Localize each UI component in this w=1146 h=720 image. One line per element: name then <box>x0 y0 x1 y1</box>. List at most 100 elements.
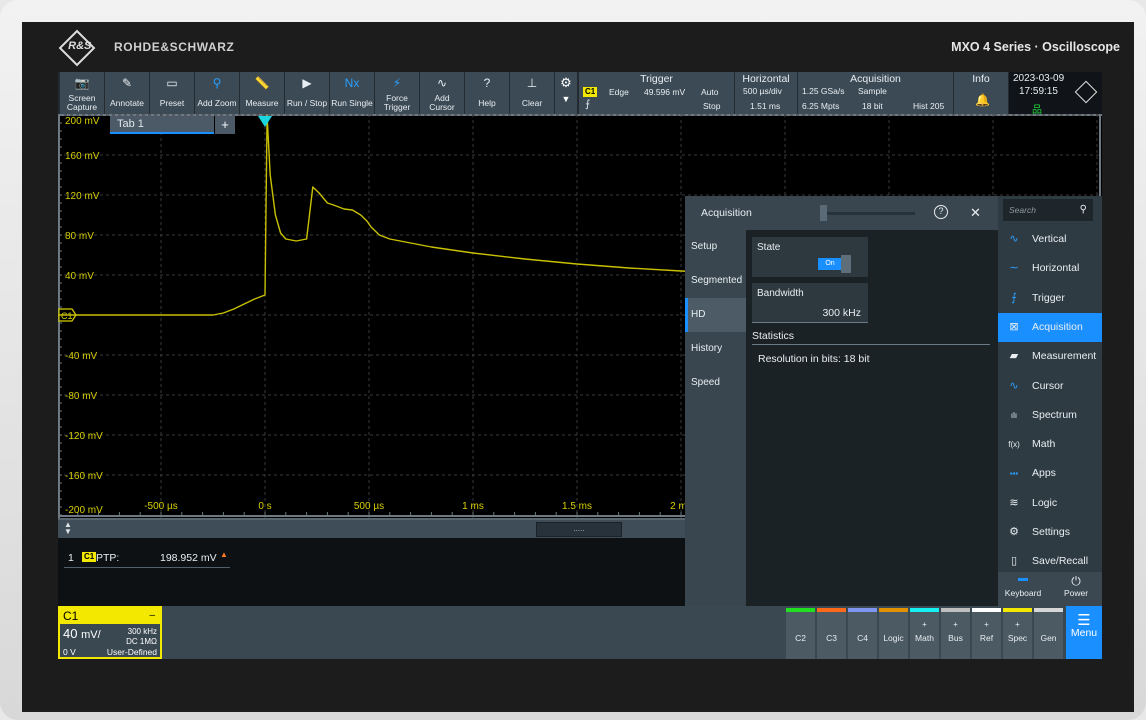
run-single-button[interactable]: Nx Run Single <box>330 72 374 114</box>
date: 2023-03-09 <box>1013 73 1065 84</box>
side-menu-item-apps[interactable]: ▪▪▪ Apps <box>998 459 1102 488</box>
help-icon[interactable]: ? <box>934 205 948 219</box>
dialog-tab-hd[interactable]: HD <box>685 298 746 332</box>
side-menu-item-math[interactable]: f(x) Math <box>998 430 1102 459</box>
rs-logo-icon: R&S <box>58 29 96 67</box>
keyboard-button[interactable]: Keyboard <box>1004 574 1042 598</box>
minimize-icon[interactable]: – <box>149 608 155 624</box>
channel-button-c4[interactable]: C4 <box>848 608 877 659</box>
chevron-down-icon: ▼ <box>561 94 571 104</box>
side-menu-item-acquisition[interactable]: ⊠ Acquisition <box>998 312 1102 342</box>
tab-1[interactable]: Tab 1 <box>110 116 214 134</box>
x-tick-label: 1 ms <box>462 501 484 512</box>
spectrum-icon: ılı <box>1010 410 1018 420</box>
acquisition-dialog: Acquisition ? ✕ Setup Segmented HD History S… <box>685 196 998 606</box>
x-tick-label: 500 µs <box>354 501 384 512</box>
state-toggle[interactable]: On <box>818 255 852 273</box>
measurement-row[interactable]: 1 C1 PTP: 198.952 mV ▲ <box>64 550 230 568</box>
keyboard-icon <box>1018 578 1028 581</box>
x-tick-label: 1.5 ms <box>562 501 592 512</box>
run-stop-button[interactable]: ▶ Run / Stop <box>285 72 329 114</box>
channel-button-label: Bus <box>948 633 963 643</box>
add-zoom-button[interactable]: ⚲ Add Zoom <box>195 72 239 114</box>
channel-offset: 0 V <box>63 647 76 657</box>
channel-bandwidth: 300 kHz <box>127 627 157 636</box>
acquisition-info[interactable]: Acquisition 1.25 GSa/s Sample 6.25 Mpts … <box>798 72 953 114</box>
dialog-tab-history[interactable]: History <box>685 332 746 366</box>
channel-c1-badge[interactable]: C1 – 40 mV/ 300 kHz DC 1MΩ 0 V User-Define… <box>58 606 162 659</box>
record-length: 6.25 Mpts <box>802 101 840 111</box>
trigger-type: Edge <box>609 87 629 97</box>
preset-button[interactable]: ▭ Preset <box>150 72 194 114</box>
gear-icon: ⚙ <box>560 75 572 90</box>
side-menu-item-trigger[interactable]: ⨍ Trigger <box>998 284 1102 313</box>
channel-button-gen[interactable]: Gen <box>1034 608 1063 659</box>
channel-button-label: C3 <box>826 633 837 643</box>
channel-button-c2[interactable]: C2 <box>786 608 815 659</box>
trigger-source-chip: C1 <box>583 87 598 97</box>
horizontal-scrollbar[interactable]: ▲ ▼ ..... <box>58 518 685 538</box>
add-cursor-button[interactable]: ∿ Add Cursor <box>420 72 464 114</box>
y-tick-label: -40 mV <box>65 351 98 362</box>
side-menu-item-spectrum[interactable]: ılı Spectrum <box>998 401 1102 430</box>
transparency-slider-handle[interactable] <box>820 205 827 221</box>
transparency-slider[interactable] <box>820 212 915 215</box>
measurement-label: PTP: <box>96 552 120 564</box>
channel-color-bar <box>848 608 877 612</box>
toolbar-settings-button[interactable]: ⚙ ▼ <box>555 72 577 114</box>
help-icon: ? <box>483 76 491 90</box>
channel-button-label: Math <box>915 633 934 643</box>
info-button[interactable]: Info 🔔 <box>954 72 1008 114</box>
plus-icon: + <box>1015 620 1020 629</box>
dialog-nav: Setup Segmented HD History Speed <box>685 230 746 606</box>
channel-button-logic[interactable]: Logic <box>879 608 908 659</box>
side-menu-item-cursor[interactable]: ∿ Cursor <box>998 372 1102 401</box>
screen-capture-button[interactable]: 📷 Screen Capture <box>60 72 104 114</box>
y-tick-label: -80 mV <box>65 391 98 402</box>
force-trigger-button[interactable]: ⚡ Force Trigger <box>375 72 419 114</box>
trigger-info[interactable]: Trigger C1 Edge 49.596 mV Auto ⨍ Stop <box>579 72 734 114</box>
measure-button[interactable]: 📏 Measure <box>240 72 284 114</box>
side-menu-item-horizontal[interactable]: ∼ Horizontal <box>998 254 1102 283</box>
channel-button-bus[interactable]: + Bus <box>941 608 970 659</box>
channel-button-c3[interactable]: C3 <box>817 608 846 659</box>
plus-icon: + <box>922 620 927 629</box>
channel-button-label: Logic <box>883 633 904 643</box>
math-icon: f(x) <box>1008 440 1020 450</box>
measurement-source-chip: C1 <box>82 552 97 562</box>
channel-button-ref[interactable]: + Ref <box>972 608 1001 659</box>
side-menu-item-measurement[interactable]: ▰ Measurement <box>998 342 1102 371</box>
menu-button[interactable]: ☰ Menu <box>1066 606 1102 659</box>
close-icon[interactable]: ✕ <box>970 205 981 221</box>
resize-arrows-icon[interactable]: ▲ ▼ <box>64 521 72 536</box>
y-tick-label: -160 mV <box>65 471 103 482</box>
y-tick-label: -200 mV <box>65 505 103 516</box>
clear-button[interactable]: ⊥ Clear <box>510 72 554 114</box>
search-input[interactable]: Search ⚲ <box>1003 199 1093 221</box>
side-menu-item-vertical[interactable]: ∿ Vertical <box>998 225 1102 254</box>
scroll-thumb[interactable]: ..... <box>536 522 622 537</box>
side-menu-item-settings[interactable]: ⚙ Settings <box>998 518 1102 547</box>
annotate-button[interactable]: ✎ Annotate <box>105 72 149 114</box>
trigger-title: Trigger <box>640 73 673 85</box>
x-tick-label: -500 µs <box>144 501 178 512</box>
add-tab-button[interactable]: + <box>215 116 235 134</box>
power-button[interactable]: ⏻ Power <box>1056 574 1096 598</box>
clear-icon: ⊥ <box>526 76 538 90</box>
y-tick-label: 120 mV <box>65 191 100 202</box>
horizontal-info[interactable]: Horizontal 500 µs/div 1.51 ms <box>735 72 797 114</box>
horizontal-title: Horizontal <box>742 73 790 85</box>
dialog-tab-setup[interactable]: Setup <box>685 230 746 264</box>
dialog-tab-speed[interactable]: Speed <box>685 366 746 400</box>
dialog-tab-segmented[interactable]: Segmented <box>685 264 746 298</box>
help-button[interactable]: ? Help <box>465 72 509 114</box>
bandwidth-field[interactable]: Bandwidth 300 kHz <box>752 283 868 323</box>
channel-button-math[interactable]: + Math <box>910 608 939 659</box>
trigger-mode: Auto <box>701 87 719 97</box>
y-tick-label: 40 mV <box>65 271 94 282</box>
channel-button-spec[interactable]: + Spec <box>1003 608 1032 659</box>
rs-logo-text: R&S <box>68 39 92 52</box>
channel-button-label: Spec <box>1007 633 1028 643</box>
side-menu-item-logic[interactable]: ≋ Logic <box>998 489 1102 518</box>
ruler-icon: ▰ <box>1009 350 1019 363</box>
